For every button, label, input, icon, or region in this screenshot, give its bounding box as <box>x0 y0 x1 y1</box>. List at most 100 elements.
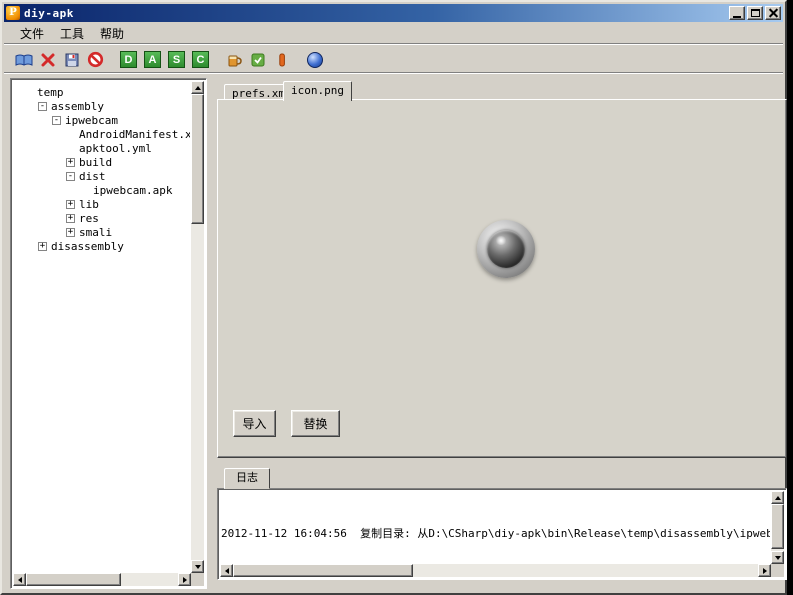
c-button[interactable]: C <box>189 48 212 71</box>
tree-vertical-scrollbar[interactable] <box>191 81 204 573</box>
tree-item-androidmanifest[interactable]: AndroidManifest.xml <box>14 127 190 141</box>
close-button[interactable] <box>765 6 781 20</box>
tree-item-smali[interactable]: +smali <box>14 225 190 239</box>
help-button[interactable] <box>303 48 326 71</box>
scroll-up-button[interactable] <box>191 81 204 94</box>
window-controls <box>729 6 781 20</box>
log-panel: 2012-11-12 16:04:56 复制目录: 从D:\CSharp\diy… <box>217 488 787 580</box>
letter-c-icon: C <box>192 51 209 68</box>
menu-file[interactable]: 文件 <box>12 23 52 44</box>
expand-icon[interactable]: + <box>66 214 75 223</box>
tree-item-build[interactable]: + build <box>14 155 190 169</box>
expand-icon[interactable]: + <box>66 158 75 167</box>
stop-button[interactable] <box>84 48 107 71</box>
scrollbar-thumb[interactable] <box>191 94 204 224</box>
scroll-down-button[interactable] <box>191 560 204 573</box>
toolbar-separator-line <box>4 72 783 74</box>
close-icon <box>769 9 778 18</box>
tab-icon-png[interactable]: icon.png <box>283 81 352 101</box>
tree-item-apktool-yml[interactable]: apktool.yml <box>14 141 190 155</box>
scroll-right-button[interactable] <box>178 573 191 586</box>
tree-item-label: dist <box>79 170 106 183</box>
tree-item-ipwebcam-apk[interactable]: ipwebcam.apk <box>14 183 190 197</box>
s-button[interactable]: S <box>165 48 188 71</box>
arrow-right-icon <box>183 577 190 583</box>
expand-icon[interactable]: + <box>38 242 47 251</box>
orange-bar-icon <box>274 52 290 68</box>
minimize-icon <box>733 16 741 18</box>
letter-d-icon: D <box>120 51 137 68</box>
collapse-icon[interactable]: - <box>52 116 61 125</box>
save-icon <box>64 52 80 68</box>
log-horizontal-scrollbar[interactable] <box>220 564 771 577</box>
scroll-right-button[interactable] <box>758 564 771 577</box>
mug-icon <box>226 52 242 68</box>
menu-tools[interactable]: 工具 <box>52 23 92 44</box>
open-icon <box>15 52 33 68</box>
arrow-left-icon <box>15 577 22 583</box>
tree-item-label: ipwebcam <box>65 114 118 127</box>
tree-item-res[interactable]: +res <box>14 211 190 225</box>
lens-inner <box>487 230 525 268</box>
d-button[interactable]: D <box>117 48 140 71</box>
tab-log[interactable]: 日志 <box>224 468 270 489</box>
scroll-left-button[interactable] <box>13 573 26 586</box>
minimize-button[interactable] <box>729 6 745 20</box>
tree-item-label: build <box>79 156 112 169</box>
camera-lens-image <box>477 220 535 278</box>
menu-bar: 文件 工具 帮助 <box>4 23 783 43</box>
maximize-button[interactable] <box>747 6 763 20</box>
scrollbar-corner <box>771 564 784 577</box>
delete-button[interactable] <box>36 48 59 71</box>
open-button[interactable] <box>12 48 35 71</box>
replace-button[interactable]: 替换 <box>291 410 340 437</box>
tree-item-label: lib <box>79 198 99 211</box>
tree-horizontal-scrollbar[interactable] <box>13 573 191 586</box>
app-logo-icon: P <box>6 6 20 20</box>
toolbar-separator <box>294 59 303 60</box>
tree-item-temp[interactable]: temp <box>14 85 190 99</box>
import-button[interactable]: 导入 <box>233 410 276 437</box>
tree-item-disassembly[interactable]: +disassembly <box>14 239 190 253</box>
a-button[interactable]: A <box>141 48 164 71</box>
install-button[interactable] <box>270 48 293 71</box>
save-button[interactable] <box>60 48 83 71</box>
scroll-up-button[interactable] <box>771 491 784 504</box>
maximize-icon <box>751 9 760 17</box>
package-button[interactable] <box>246 48 269 71</box>
toolbar: D A S C <box>4 46 783 73</box>
letter-s-icon: S <box>168 51 185 68</box>
titlebar: P diy-apk <box>4 4 783 22</box>
letter-a-icon: A <box>144 51 161 68</box>
expand-icon[interactable]: + <box>66 228 75 237</box>
sign-button[interactable] <box>222 48 245 71</box>
tree-item-lib[interactable]: + lib <box>14 197 190 211</box>
globe-icon <box>307 52 323 68</box>
tree-item-label: temp <box>37 86 64 99</box>
delete-icon <box>40 52 56 68</box>
file-tree-panel: temp -assembly -ipwebcam AndroidManifest… <box>10 78 207 589</box>
arrow-right-icon <box>763 568 770 574</box>
scrollbar-thumb[interactable] <box>26 573 121 586</box>
tree-item-assembly[interactable]: -assembly <box>14 99 190 113</box>
tree-item-dist[interactable]: -dist <box>14 169 190 183</box>
scroll-left-button[interactable] <box>220 564 233 577</box>
tree-item-label: apktool.yml <box>79 142 152 155</box>
lens-glint <box>495 236 507 245</box>
scrollbar-thumb[interactable] <box>233 564 413 577</box>
scrollbar-thumb[interactable] <box>771 504 784 549</box>
menu-help[interactable]: 帮助 <box>92 23 132 44</box>
arrow-down-icon <box>195 565 201 572</box>
arrow-left-icon <box>222 568 229 574</box>
scroll-down-button[interactable] <box>771 551 784 564</box>
toolbar-separator <box>213 59 222 60</box>
expand-icon[interactable]: + <box>66 200 75 209</box>
log-vertical-scrollbar[interactable] <box>771 491 784 564</box>
scrollbar-corner <box>191 573 204 586</box>
collapse-icon[interactable]: - <box>38 102 47 111</box>
tree-item-label: ipwebcam.apk <box>93 184 172 197</box>
arrow-down-icon <box>775 556 781 563</box>
tree-item-ipwebcam[interactable]: -ipwebcam <box>14 113 190 127</box>
window-title: diy-apk <box>24 7 74 20</box>
collapse-icon[interactable]: - <box>66 172 75 181</box>
